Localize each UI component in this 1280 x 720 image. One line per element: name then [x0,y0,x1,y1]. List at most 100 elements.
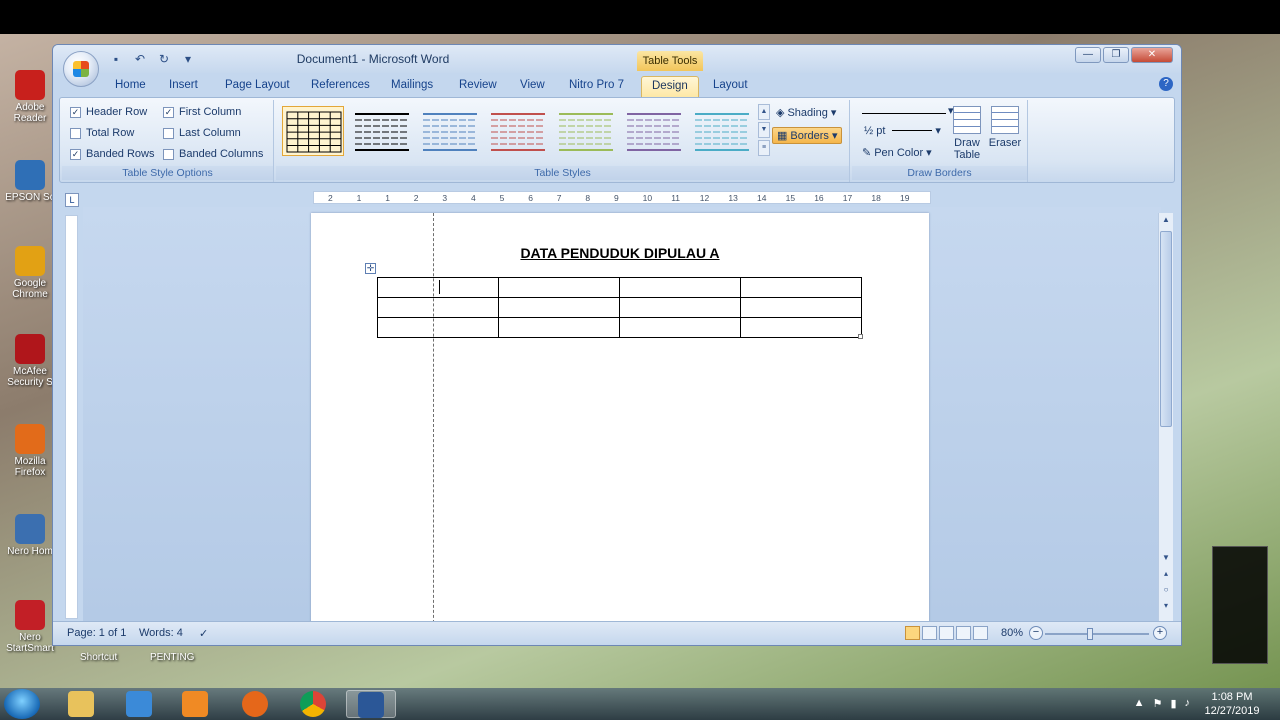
desktop-icon[interactable]: Mozilla Firefox [4,424,56,478]
document-table[interactable] [377,277,862,338]
page[interactable]: DATA PENDUDUK DIPULAU A ✛ [311,213,929,621]
restore-button[interactable]: ❐ [1103,47,1129,63]
scroll-up-icon[interactable]: ▲ [1159,213,1173,227]
scroll-thumb[interactable] [1160,231,1172,427]
zoom-level[interactable]: 80% [1001,627,1023,639]
table-style-swatch[interactable] [350,106,412,156]
desktop-icon[interactable]: Adobe Reader [4,70,56,124]
gallery-down-arrow-icon[interactable]: ▼ [758,122,770,138]
draft-view-icon[interactable] [973,626,988,640]
tab-home[interactable]: Home [111,77,150,93]
desktop-icon[interactable]: McAfee Security S [4,334,56,388]
table-cell[interactable] [377,317,499,338]
outline-view-icon[interactable] [956,626,971,640]
banded-rows-checkbox[interactable]: ✓ [70,148,81,160]
table-cell[interactable] [619,297,741,318]
table-cell[interactable] [740,277,862,298]
tab-mailings[interactable]: Mailings [387,77,437,93]
browse-object-icon[interactable]: ○ [1159,583,1173,597]
volume-icon[interactable]: ♪ [1185,697,1191,710]
first-column-option[interactable]: ✓ First Column [163,106,241,118]
scroll-down-icon[interactable]: ▼ [1159,551,1173,565]
chrome-taskbar-button[interactable] [288,690,338,718]
banded-rows-option[interactable]: ✓ Banded Rows [70,148,155,160]
gallery-more-icon[interactable]: ≡ [758,140,770,156]
office-button[interactable] [63,51,99,87]
network-icon[interactable]: ▮ [1170,697,1176,710]
table-cell[interactable] [619,317,741,338]
vertical-scrollbar[interactable]: ▲ ▼ ▴ ○ ▾ [1158,213,1173,623]
table-style-swatch[interactable] [690,106,752,156]
last-column-option[interactable]: Last Column [163,127,241,139]
draw-table-button[interactable]: Draw Table [950,106,984,161]
tab-page-layout[interactable]: Page Layout [221,77,294,93]
tab-nitro-pro[interactable]: Nitro Pro 7 [565,77,628,93]
show-hidden-icons-icon[interactable]: ▲ [1134,697,1145,710]
last-column-checkbox[interactable] [163,127,174,139]
table-cell[interactable] [740,317,862,338]
gallery-up-arrow-icon[interactable]: ▲ [758,104,770,120]
line-style-select[interactable] [862,106,946,114]
desktop-icon[interactable]: EPSON Sc [4,160,56,203]
flag-icon[interactable]: ⚑ [1153,697,1163,710]
banded-columns-checkbox[interactable] [163,148,174,160]
table-cell[interactable] [619,277,741,298]
penting-label[interactable]: PENTING [150,652,194,663]
tab-layout[interactable]: Layout [709,77,752,93]
table-style-swatch[interactable] [622,106,684,156]
close-button[interactable]: ✕ [1131,47,1173,63]
zoom-slider[interactable] [1045,628,1149,640]
pen-weight-select[interactable]: ½ pt ▾ [864,124,941,138]
explorer-taskbar-button[interactable] [56,690,106,718]
eraser-button[interactable]: Eraser [988,106,1022,149]
tab-design[interactable]: Design [641,76,699,98]
tab-review[interactable]: Review [455,77,501,93]
help-icon[interactable]: ? [1159,77,1173,91]
page-count[interactable]: Page: 1 of 1 [67,627,126,639]
proofing-icon[interactable]: ✓ [199,627,208,640]
table-move-handle-icon[interactable]: ✛ [365,263,376,274]
start-button[interactable] [4,689,40,719]
desktop-icon[interactable]: Nero Hom [4,514,56,557]
clock[interactable]: 1:08 PM 12/27/2019 [1200,690,1264,718]
full-screen-reading-icon[interactable] [922,626,937,640]
table-cell[interactable] [498,317,620,338]
table-cell[interactable] [740,297,862,318]
shading-button[interactable]: ◈ Shading ▾ [776,106,836,120]
word-taskbar-button[interactable] [346,690,396,718]
table-style-swatch[interactable] [418,106,480,156]
ie-taskbar-button[interactable] [114,690,164,718]
word-count[interactable]: Words: 4 [139,627,183,639]
vertical-ruler[interactable] [65,215,78,619]
total-row-option[interactable]: Total Row [70,127,134,139]
table-style-swatch[interactable] [486,106,548,156]
previous-page-icon[interactable]: ▴ [1159,567,1173,581]
zoom-in-icon[interactable]: + [1153,626,1167,640]
table-cell[interactable] [498,277,620,298]
shortcut-label[interactable]: Shortcut [80,652,117,663]
tab-selector-button[interactable]: L [65,193,79,207]
firefox-taskbar-button[interactable] [230,690,280,718]
borders-button[interactable]: ▦ Borders ▾ [772,127,843,144]
zoom-out-icon[interactable]: − [1029,626,1043,640]
table-cell[interactable] [377,297,499,318]
desktop-icon[interactable]: Google Chrome [4,246,56,300]
web-layout-icon[interactable] [939,626,954,640]
table-resize-handle[interactable] [858,334,863,339]
print-layout-view-icon[interactable] [905,626,920,640]
header-row-checkbox[interactable]: ✓ [70,106,81,118]
first-column-checkbox[interactable]: ✓ [163,106,174,118]
side-preview-window[interactable] [1212,546,1268,664]
next-page-icon[interactable]: ▾ [1159,599,1173,613]
tab-insert[interactable]: Insert [165,77,202,93]
header-row-option[interactable]: ✓ Header Row [70,106,147,118]
zoom-slider-knob[interactable] [1087,628,1093,640]
table-style-swatch[interactable] [554,106,616,156]
desktop-icon[interactable]: Nero StartSmart [4,600,56,654]
banded-columns-option[interactable]: Banded Columns [163,148,263,160]
total-row-checkbox[interactable] [70,127,81,139]
pen-color-button[interactable]: ✎ Pen Color ▾ [862,146,932,160]
table-cell[interactable] [498,297,620,318]
document-heading[interactable]: DATA PENDUDUK DIPULAU A [311,245,929,261]
minimize-button[interactable]: — [1075,47,1101,63]
